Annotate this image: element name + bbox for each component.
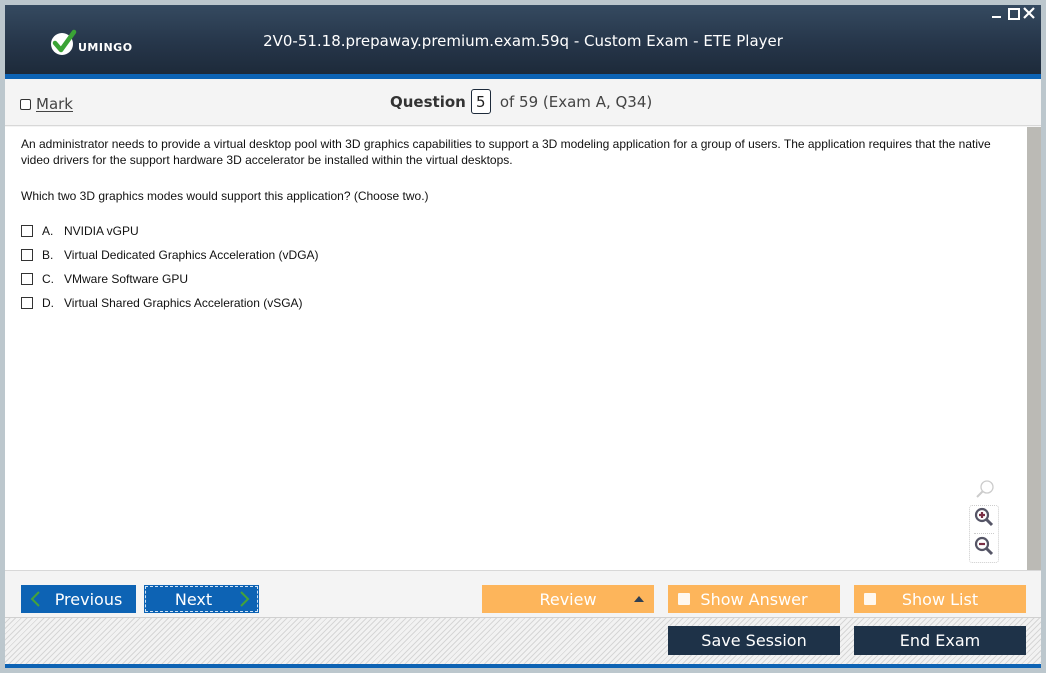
zoom-reset-icon[interactable]	[974, 479, 996, 501]
show-answer-checkbox[interactable]	[678, 593, 690, 605]
zoom-divider	[974, 533, 994, 535]
ete-player-window: UMINGO 2V0-51.18.prepaway.premium.exam.5…	[5, 5, 1041, 668]
question-counter: Question 5 of 59 (Exam A, Q34)	[390, 89, 652, 114]
zoom-tools	[969, 479, 1001, 563]
minimize-icon[interactable]	[991, 7, 1003, 19]
answer-options: A. NVIDIA vGPU B. Virtual Dedicated Grap…	[21, 219, 319, 315]
option-text: NVIDIA vGPU	[64, 224, 139, 238]
show-answer-label: Show Answer	[700, 589, 808, 609]
option-text: VMware Software GPU	[64, 272, 189, 286]
end-exam-button[interactable]: End Exam	[854, 626, 1026, 655]
option-a[interactable]: A. NVIDIA vGPU	[21, 219, 319, 243]
maximize-icon[interactable]	[1007, 7, 1020, 20]
zoom-in-icon[interactable]	[974, 507, 994, 532]
next-button[interactable]: Next	[144, 585, 259, 613]
navigation-bar: Previous Next Review Show Answer Show Li…	[5, 570, 1041, 618]
question-header: Mark Question 5 of 59 (Exam A, Q34)	[5, 79, 1041, 126]
show-list-checkbox[interactable]	[864, 593, 876, 605]
question-stem: An administrator needs to provide a virt…	[21, 137, 991, 167]
mark-label: Mark	[36, 95, 73, 113]
vertical-scrollbar[interactable]	[1027, 127, 1041, 570]
option-letter: A.	[42, 224, 54, 238]
save-session-button[interactable]: Save Session	[668, 626, 840, 655]
option-text: Virtual Dedicated Graphics Acceleration …	[64, 248, 319, 262]
window-title: 2V0-51.18.prepaway.premium.exam.59q - Cu…	[263, 32, 783, 50]
option-d[interactable]: D. Virtual Shared Graphics Acceleration …	[21, 291, 319, 315]
show-list-label: Show List	[901, 589, 979, 609]
question-number-input[interactable]: 5	[470, 89, 491, 114]
close-icon[interactable]	[1023, 7, 1035, 19]
footer-bar: Save Session End Exam	[5, 618, 1041, 664]
option-c[interactable]: C. VMware Software GPU	[21, 267, 319, 291]
caret-up-icon	[634, 596, 644, 602]
zoom-out-icon[interactable]	[974, 536, 994, 561]
mark-checkbox[interactable]: Mark	[20, 95, 73, 113]
show-answer-button[interactable]: Show Answer	[668, 585, 840, 613]
question-total: of 59 (Exam A, Q34)	[499, 92, 653, 111]
option-letter: D.	[42, 296, 54, 310]
bottom-accent-stripe	[5, 664, 1041, 668]
chevron-right-icon	[239, 591, 251, 611]
option-text: Virtual Shared Graphics Acceleration (vS…	[64, 296, 303, 310]
option-d-checkbox[interactable]	[21, 297, 33, 309]
option-c-checkbox[interactable]	[21, 273, 33, 285]
option-letter: C.	[42, 272, 54, 286]
chevron-left-icon	[29, 591, 41, 611]
title-bar: UMINGO 2V0-51.18.prepaway.premium.exam.5…	[5, 5, 1041, 74]
option-letter: B.	[42, 248, 54, 262]
review-button[interactable]: Review	[482, 585, 654, 613]
question-prompt: Which two 3D graphics modes would suppor…	[21, 189, 429, 203]
question-content: An administrator needs to provide a virt…	[5, 127, 1027, 570]
window-controls	[991, 7, 1035, 20]
mark-checkbox-box[interactable]	[20, 98, 31, 110]
option-a-checkbox[interactable]	[21, 225, 33, 237]
zoom-controls	[969, 505, 999, 563]
option-b[interactable]: B. Virtual Dedicated Graphics Accelerati…	[21, 243, 319, 267]
previous-button[interactable]: Previous	[21, 585, 136, 613]
option-b-checkbox[interactable]	[21, 249, 33, 261]
question-label: Question	[390, 92, 466, 111]
next-label: Next	[174, 589, 213, 609]
previous-label: Previous	[54, 589, 123, 609]
review-label: Review	[539, 589, 597, 609]
show-list-button[interactable]: Show List	[854, 585, 1026, 613]
